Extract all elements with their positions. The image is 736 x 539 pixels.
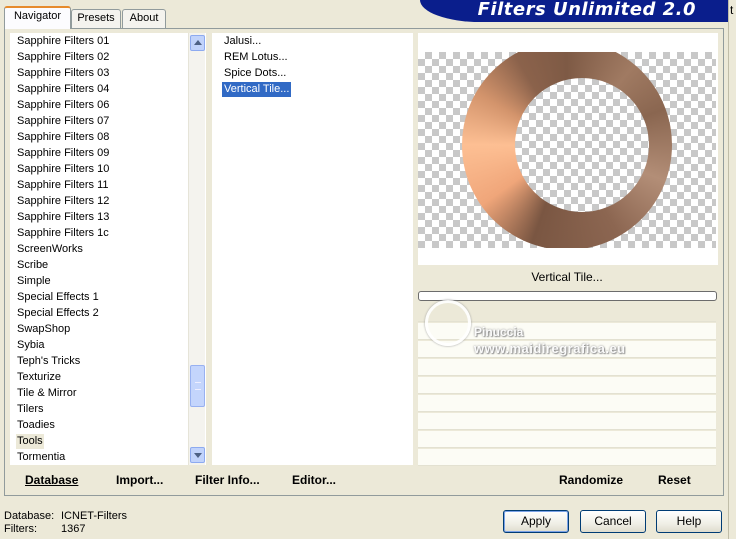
filter-info-link[interactable]: Filter Info... [195, 473, 260, 487]
category-item[interactable]: Sapphire Filters 09 [16, 146, 110, 161]
tab-navigator[interactable]: Navigator [4, 6, 71, 29]
parameter-row [418, 413, 716, 430]
preview-filter-name: Vertical Tile... [531, 270, 603, 284]
category-item[interactable]: Sapphire Filters 06 [16, 98, 110, 113]
category-item[interactable]: Tools [16, 434, 44, 449]
category-item[interactable]: Texturize [16, 370, 62, 385]
category-item[interactable]: Sapphire Filters 02 [16, 50, 110, 65]
parameter-row [418, 377, 716, 394]
status-database-label: Database: [4, 510, 55, 522]
watermark-name: Pinuccia [474, 325, 524, 339]
app-title: Filters Unlimited 2.0 [477, 0, 696, 20]
category-item[interactable]: Tormentia [16, 450, 66, 465]
help-button[interactable]: Help [656, 510, 722, 533]
ring-hole [515, 78, 649, 212]
category-item[interactable]: Sapphire Filters 01 [16, 34, 110, 49]
preview-image [418, 52, 716, 248]
parameter-row [418, 431, 716, 448]
randomize-link[interactable]: Randomize [559, 473, 623, 487]
category-item[interactable]: Sapphire Filters 07 [16, 114, 110, 129]
category-item[interactable]: Sapphire Filters 1c [16, 226, 110, 241]
watermark-logo-icon [425, 300, 471, 346]
category-item[interactable]: Scribe [16, 258, 49, 273]
category-scrollbar[interactable] [188, 33, 205, 465]
chevron-up-icon [194, 40, 202, 45]
category-item[interactable]: Sapphire Filters 04 [16, 82, 110, 97]
category-item[interactable]: Sapphire Filters 03 [16, 66, 110, 81]
window-edge [728, 0, 736, 539]
status-database-value: ICNET-Filters [61, 510, 127, 522]
category-item[interactable]: Sapphire Filters 13 [16, 210, 110, 225]
apply-button[interactable]: Apply [503, 510, 569, 533]
cancel-button[interactable]: Cancel [580, 510, 646, 533]
editor-link[interactable]: Editor... [292, 473, 336, 487]
category-item[interactable]: Tilers [16, 402, 44, 417]
edge-letter-t: t [730, 3, 734, 17]
reset-link[interactable]: Reset [658, 473, 691, 487]
category-item[interactable]: Sapphire Filters 10 [16, 162, 110, 177]
watermark-url: www.maidiregrafica.eu [474, 341, 626, 356]
filter-list[interactable] [212, 33, 413, 465]
category-item[interactable]: Special Effects 2 [16, 306, 100, 321]
status-filters-value: 1367 [61, 523, 86, 535]
tab-about[interactable]: About [122, 9, 166, 28]
category-item[interactable]: SwapShop [16, 322, 71, 337]
filter-item[interactable]: Spice Dots... [222, 66, 288, 81]
category-item[interactable]: Teph's Tricks [16, 354, 81, 369]
category-item[interactable]: Sybia [16, 338, 46, 353]
filter-item[interactable]: Vertical Tile... [222, 82, 292, 97]
ring-preview [462, 52, 672, 248]
parameter-row [418, 359, 716, 376]
import-link[interactable]: Import... [116, 473, 163, 487]
filter-item[interactable]: Jalusi... [222, 34, 263, 49]
database-link[interactable]: Database [25, 473, 78, 487]
chevron-down-icon [194, 453, 202, 458]
status-filters-label: Filters: [4, 523, 37, 535]
category-item[interactable]: Toadies [16, 418, 56, 433]
title-banner: Filters Unlimited 2.0 [420, 0, 736, 22]
category-item[interactable]: ScreenWorks [16, 242, 84, 257]
category-item[interactable]: Special Effects 1 [16, 290, 100, 305]
grip-icon [195, 382, 201, 390]
category-item[interactable]: Sapphire Filters 08 [16, 130, 110, 145]
category-item[interactable]: Tile & Mirror [16, 386, 77, 401]
category-item[interactable]: Sapphire Filters 11 [16, 178, 110, 193]
scroll-thumb[interactable] [190, 365, 205, 407]
category-item[interactable]: Sapphire Filters 12 [16, 194, 110, 209]
scroll-up-button[interactable] [190, 35, 205, 51]
parameter-row [418, 449, 716, 466]
progress-bar [418, 291, 717, 301]
category-item[interactable]: Simple [16, 274, 52, 289]
filter-item[interactable]: REM Lotus... [222, 50, 290, 65]
scroll-down-button[interactable] [190, 447, 205, 463]
parameter-row [418, 395, 716, 412]
tab-presets[interactable]: Presets [71, 9, 121, 28]
